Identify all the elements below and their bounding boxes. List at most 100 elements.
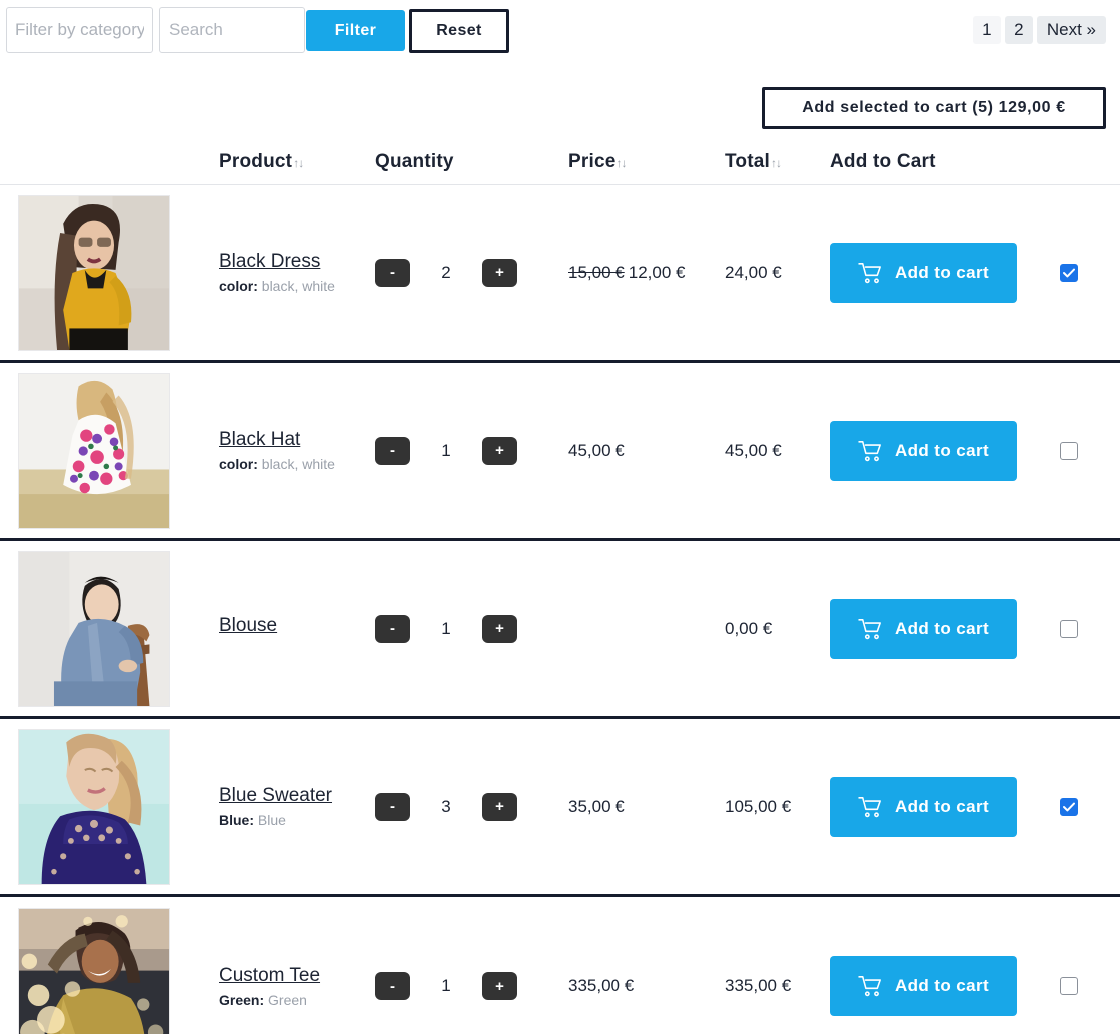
product-info-cell: Black Dress color: black, white (219, 251, 375, 294)
add-to-cart-button[interactable]: Add to cart (830, 242, 1017, 303)
shopping-cart-icon (858, 976, 881, 997)
quantity-cell: - 2 + (375, 258, 568, 287)
product-photo-blouse (19, 551, 169, 706)
row-select-checkbox[interactable] (1060, 797, 1078, 816)
price-original: 15,00 € (568, 262, 625, 282)
product-image-cell (0, 728, 219, 885)
product-info-cell: Black Hat color: black, white (219, 429, 375, 472)
reset-button[interactable]: Reset (409, 9, 509, 53)
product-thumbnail[interactable] (18, 194, 170, 351)
select-cell (1060, 797, 1120, 816)
product-thumbnail[interactable] (18, 908, 170, 1034)
product-attribute-key: color: (219, 456, 258, 472)
select-cell (1060, 619, 1120, 638)
quantity-value: 1 (441, 440, 451, 460)
row-select-checkbox[interactable] (1060, 977, 1078, 995)
product-attribute-value: black, white (261, 456, 335, 472)
quantity-decrement-button[interactable]: - (375, 792, 410, 821)
product-name-link[interactable]: Custom Tee (219, 965, 375, 987)
add-to-cart-button[interactable]: Add to cart (830, 598, 1017, 659)
add-to-cart-cell: Add to cart (830, 776, 1060, 837)
add-to-cart-button[interactable]: Add to cart (830, 420, 1017, 481)
total-cell: 24,00 € (725, 262, 782, 282)
row-select-checkbox[interactable] (1060, 441, 1078, 460)
price-cell: 35,00 € (568, 797, 725, 817)
shopping-cart-icon (858, 262, 881, 283)
sort-arrows-icon[interactable]: ↑↓ (616, 156, 627, 170)
sort-arrows-icon[interactable]: ↑↓ (293, 156, 304, 170)
add-to-cart-label: Add to cart (894, 796, 990, 816)
add-to-cart-label: Add to cart (894, 440, 990, 460)
filter-button[interactable]: Filter (306, 10, 405, 51)
product-photo-blue-sweater (19, 729, 169, 884)
add-to-cart-button[interactable]: Add to cart (830, 956, 1017, 1016)
quantity-value: 3 (441, 796, 451, 816)
quantity-cell: - 1 + (375, 972, 568, 1000)
product-attribute: color: black, white (219, 456, 375, 472)
quantity-value: 1 (441, 976, 451, 995)
quantity-decrement-button[interactable]: - (375, 258, 410, 287)
quantity-increment-button[interactable]: + (482, 436, 517, 465)
quantity-decrement-button[interactable]: - (375, 972, 410, 1000)
product-attribute: Blue: Blue (219, 812, 375, 828)
product-name-link[interactable]: Black Dress (219, 251, 375, 273)
product-image-cell (0, 550, 219, 707)
header-quantity-label: Quantity (375, 151, 454, 172)
table-row: Blouse - 1 + 0,00 € Add to cart (0, 541, 1120, 719)
product-name-link[interactable]: Blouse (219, 615, 375, 637)
pagination-page-1[interactable]: 1 (972, 16, 1001, 44)
header-total-label: Total (725, 151, 770, 172)
table-row: Custom Tee Green: Green - 1 + 335,00 € 3… (0, 897, 1120, 1034)
quantity-decrement-button[interactable]: - (375, 614, 410, 643)
add-to-cart-button[interactable]: Add to cart (830, 776, 1017, 837)
product-info-cell: Blue Sweater Blue: Blue (219, 785, 375, 828)
price-current: 45,00 € (568, 440, 625, 460)
pagination-page-2[interactable]: 2 (1004, 16, 1033, 44)
quantity-stepper: - 1 + (375, 972, 568, 1000)
table-row: Black Hat color: black, white - 1 + 45,0… (0, 363, 1120, 541)
search-input[interactable] (159, 7, 305, 53)
sort-arrows-icon[interactable]: ↑↓ (771, 156, 782, 170)
total-cell: 105,00 € (725, 796, 792, 816)
header-price[interactable]: Price ↑↓ (568, 151, 725, 173)
product-attribute: color: black, white (219, 278, 375, 294)
product-name-link[interactable]: Black Hat (219, 429, 375, 451)
row-select-checkbox[interactable] (1060, 619, 1078, 638)
select-cell (1060, 441, 1120, 460)
product-thumbnail[interactable] (18, 550, 170, 707)
price-cell: 45,00 € (568, 441, 725, 461)
pagination: 1 2 Next » (972, 16, 1106, 44)
check-icon (1063, 268, 1075, 277)
product-thumbnail[interactable] (18, 372, 170, 529)
select-cell (1060, 263, 1120, 282)
header-product[interactable]: Product ↑↓ (219, 151, 375, 173)
add-to-cart-cell: Add to cart (830, 956, 1060, 1016)
pagination-next[interactable]: Next » (1036, 16, 1106, 44)
shopping-cart-icon (858, 618, 881, 639)
add-to-cart-cell: Add to cart (830, 242, 1060, 303)
table-row: Black Dress color: black, white - 2 + 15… (0, 185, 1120, 363)
product-photo-black-hat (19, 373, 169, 528)
total-cell: 335,00 € (725, 976, 792, 995)
header-total[interactable]: Total ↑↓ (725, 151, 830, 173)
quantity-decrement-button[interactable]: - (375, 436, 410, 465)
header-quantity: Quantity (375, 151, 568, 173)
quantity-increment-button[interactable]: + (482, 258, 517, 287)
product-photo-black-dress (19, 195, 169, 350)
quantity-stepper: - 3 + (375, 792, 568, 821)
row-select-checkbox[interactable] (1060, 263, 1078, 282)
quantity-increment-button[interactable]: + (482, 972, 517, 1000)
quantity-stepper: - 1 + (375, 436, 568, 465)
quantity-increment-button[interactable]: + (482, 614, 517, 643)
total-cell: 45,00 € (725, 440, 782, 460)
quantity-stepper: - 1 + (375, 614, 568, 643)
add-to-cart-label: Add to cart (894, 262, 990, 282)
price-current: 12,00 € (628, 262, 686, 282)
category-filter-select[interactable]: Filter by category (6, 7, 153, 53)
quantity-increment-button[interactable]: + (482, 792, 517, 821)
product-thumbnail[interactable] (18, 728, 170, 885)
product-name-link[interactable]: Blue Sweater (219, 785, 375, 807)
quantity-stepper: - 2 + (375, 258, 568, 287)
add-selected-to-cart-button[interactable]: Add selected to cart (5) 129,00 € (762, 87, 1106, 129)
quantity-value: 2 (441, 262, 451, 282)
